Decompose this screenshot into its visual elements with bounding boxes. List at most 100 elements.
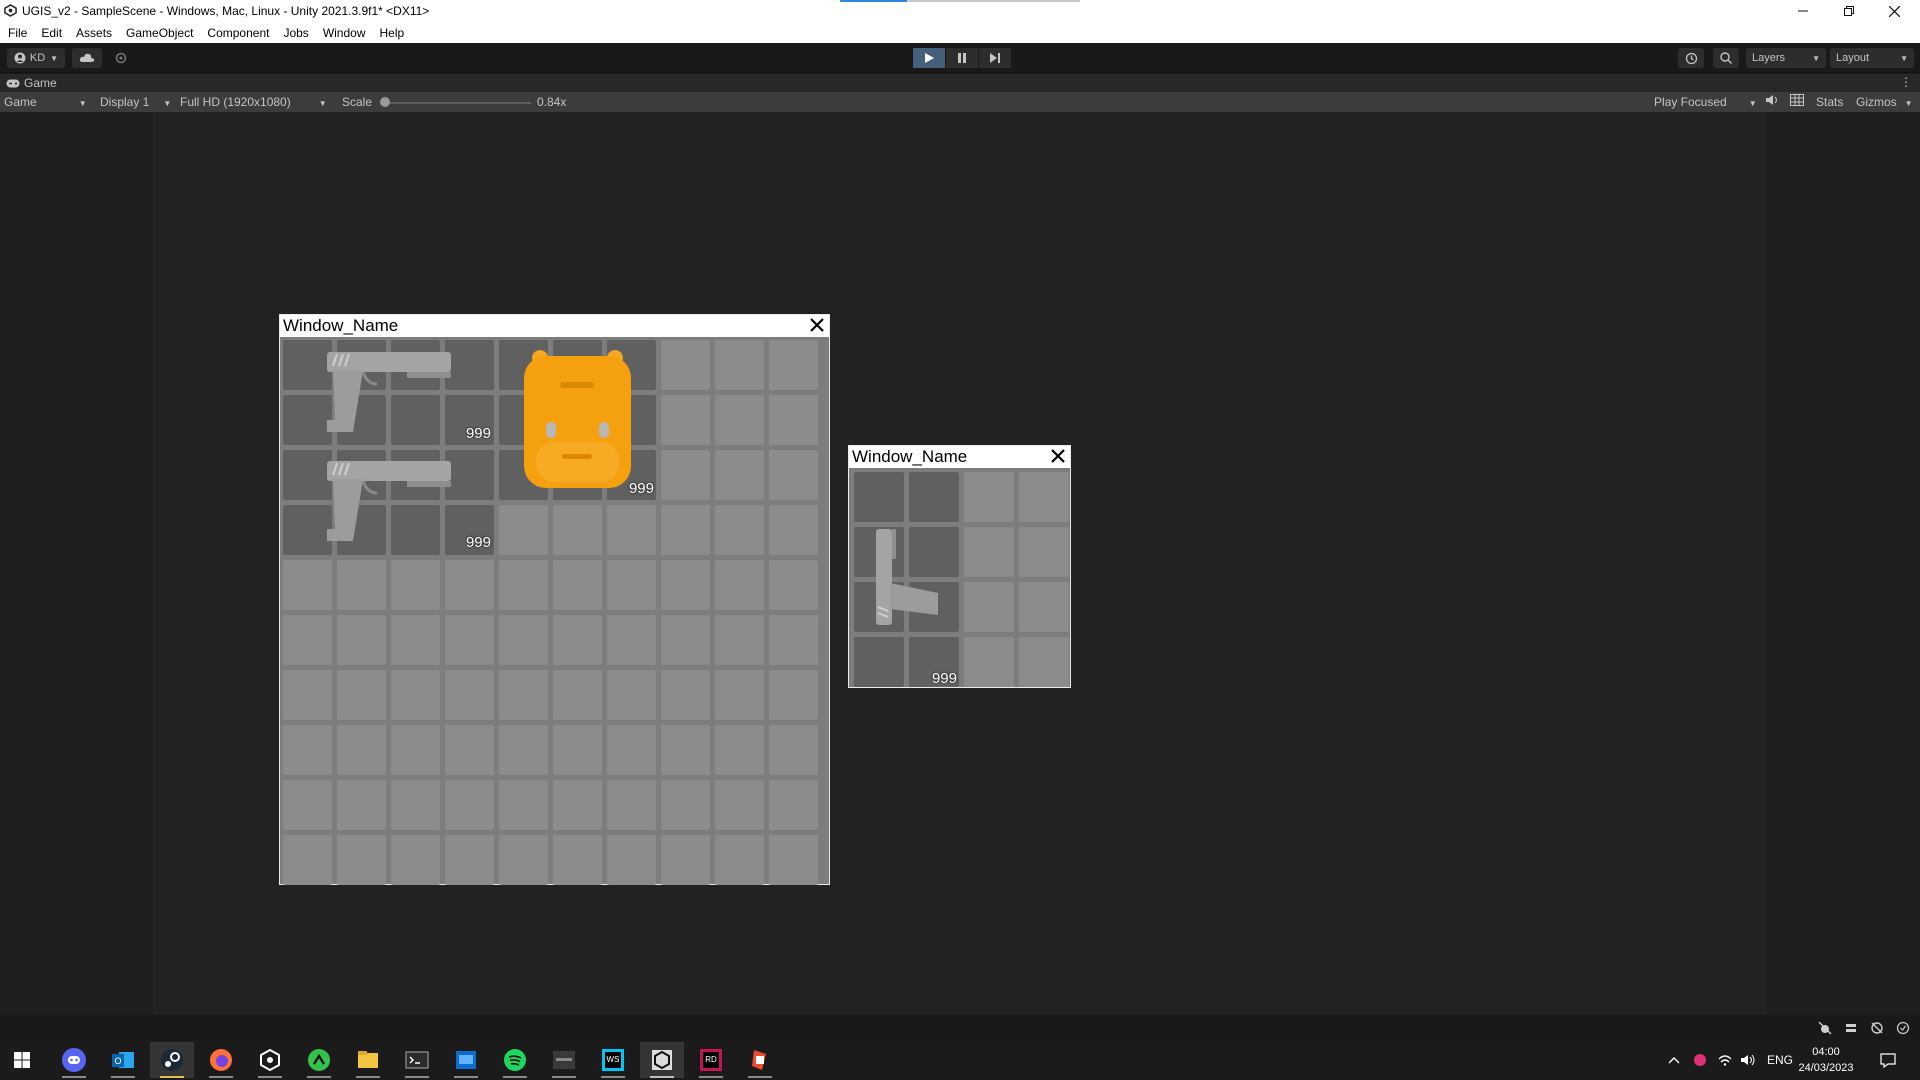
inventory-window-header[interactable]: Window_Name	[849, 446, 1070, 468]
inventory-slot[interactable]	[769, 340, 818, 390]
inventory-slot[interactable]	[499, 615, 548, 665]
taskbar-git-client[interactable]	[297, 1042, 341, 1078]
inventory-slot[interactable]	[715, 780, 764, 830]
start-button[interactable]	[0, 1042, 44, 1078]
inventory-slot[interactable]	[337, 670, 386, 720]
taskbar-terminal[interactable]	[395, 1042, 439, 1078]
inventory-slot[interactable]	[854, 527, 904, 577]
inventory-slot[interactable]	[445, 615, 494, 665]
inventory-slot[interactable]	[661, 340, 710, 390]
inventory-slot[interactable]	[391, 450, 440, 500]
close-window-button[interactable]	[1872, 0, 1917, 22]
stats-button[interactable]: Stats	[1816, 95, 1843, 109]
inventory-slot[interactable]	[283, 615, 332, 665]
inventory-slot[interactable]	[769, 835, 818, 885]
inventory-slot[interactable]	[499, 835, 548, 885]
inventory-slot[interactable]	[499, 670, 548, 720]
menu-help[interactable]: Help	[380, 26, 405, 40]
inventory-slot[interactable]	[337, 450, 386, 500]
inventory-slot[interactable]	[337, 615, 386, 665]
inventory-slot[interactable]	[553, 780, 602, 830]
menu-window[interactable]: Window	[323, 26, 366, 40]
taskbar-unity[interactable]	[640, 1042, 684, 1078]
layout-dropdown[interactable]: Layout ▼	[1830, 48, 1914, 68]
taskbar-discord[interactable]	[52, 1042, 96, 1078]
undo-history-button[interactable]	[1678, 48, 1704, 68]
taskbar-rider[interactable]: RD	[689, 1042, 733, 1078]
inventory-slot[interactable]	[715, 615, 764, 665]
inventory-slot[interactable]	[769, 725, 818, 775]
inventory-slot[interactable]	[445, 505, 494, 555]
inventory-slot[interactable]	[391, 780, 440, 830]
inventory-slot[interactable]	[661, 505, 710, 555]
inventory-slot[interactable]	[283, 395, 332, 445]
inventory-slot[interactable]	[283, 505, 332, 555]
menu-jobs[interactable]: Jobs	[283, 26, 308, 40]
inventory-slot[interactable]	[909, 637, 959, 687]
inventory-slot[interactable]	[715, 395, 764, 445]
inventory-slot[interactable]	[909, 472, 959, 522]
inventory-slot[interactable]	[607, 670, 656, 720]
inventory-slot[interactable]	[445, 835, 494, 885]
restore-button[interactable]	[1826, 0, 1871, 22]
inventory-slot[interactable]	[661, 450, 710, 500]
inventory-slot[interactable]	[337, 505, 386, 555]
inventory-slot[interactable]	[769, 615, 818, 665]
inventory-slot[interactable]	[337, 395, 386, 445]
inventory-slot[interactable]	[769, 395, 818, 445]
inventory-slot[interactable]	[1019, 582, 1069, 632]
inventory-slot[interactable]	[1019, 527, 1069, 577]
inventory-slot[interactable]	[499, 340, 548, 390]
tab-game[interactable]: Game	[6, 76, 57, 90]
inventory-slot[interactable]	[337, 780, 386, 830]
inventory-window-header[interactable]: Window_Name	[280, 315, 829, 337]
inventory-slot[interactable]	[391, 395, 440, 445]
inventory-slot[interactable]	[499, 560, 548, 610]
inventory-slot[interactable]	[661, 560, 710, 610]
resolution-dropdown[interactable]: Full HD (1920x1080) ▼	[180, 95, 327, 109]
inventory-slot[interactable]	[661, 725, 710, 775]
inventory-slot[interactable]	[964, 582, 1014, 632]
inventory-slot[interactable]	[854, 637, 904, 687]
collab-button[interactable]	[108, 48, 134, 68]
inventory-slot[interactable]	[607, 395, 656, 445]
inventory-slot[interactable]	[337, 560, 386, 610]
inventory-slot[interactable]	[391, 505, 440, 555]
inventory-slot[interactable]	[445, 780, 494, 830]
inventory-slot[interactable]	[715, 340, 764, 390]
taskbar-outlook[interactable]: O	[101, 1042, 145, 1078]
taskbar-steam[interactable]	[150, 1042, 194, 1078]
bug-icon[interactable]	[1818, 1021, 1832, 1035]
inventory-window-secondary[interactable]: Window_Name 999	[848, 445, 1071, 688]
inventory-slot[interactable]	[445, 395, 494, 445]
inventory-slot[interactable]	[769, 560, 818, 610]
taskbar-firefox[interactable]	[199, 1042, 243, 1078]
inventory-slot[interactable]	[553, 670, 602, 720]
taskbar-spotify[interactable]	[493, 1042, 537, 1078]
inventory-slot[interactable]	[553, 615, 602, 665]
tray-app-button[interactable]	[1693, 1040, 1707, 1080]
inventory-slot[interactable]	[715, 725, 764, 775]
inventory-slot[interactable]	[769, 505, 818, 555]
inventory-slot[interactable]	[553, 835, 602, 885]
taskbar-clock[interactable]: 04:00 24/03/2023	[1786, 1044, 1866, 1076]
inventory-slot[interactable]	[283, 835, 332, 885]
pause-button[interactable]	[946, 48, 978, 68]
inventory-slot[interactable]	[553, 395, 602, 445]
taskbar-editor[interactable]	[444, 1042, 488, 1078]
inventory-slot[interactable]	[607, 615, 656, 665]
play-button[interactable]	[913, 48, 945, 68]
inventory-slot[interactable]	[964, 472, 1014, 522]
inventory-slot[interactable]	[337, 725, 386, 775]
taskbar-unity-hub[interactable]	[248, 1042, 292, 1078]
step-button[interactable]	[979, 48, 1011, 68]
inventory-slot[interactable]	[607, 725, 656, 775]
layers-dropdown[interactable]: Layers ▼	[1746, 48, 1826, 68]
inventory-slot[interactable]	[391, 835, 440, 885]
kebab-menu-icon[interactable]: ⋮	[1900, 75, 1912, 89]
inventory-slot[interactable]	[607, 340, 656, 390]
inventory-slot[interactable]	[1019, 472, 1069, 522]
inventory-slot[interactable]	[964, 527, 1014, 577]
inventory-slot[interactable]	[909, 527, 959, 577]
taskbar-jetbrains[interactable]	[738, 1042, 782, 1078]
